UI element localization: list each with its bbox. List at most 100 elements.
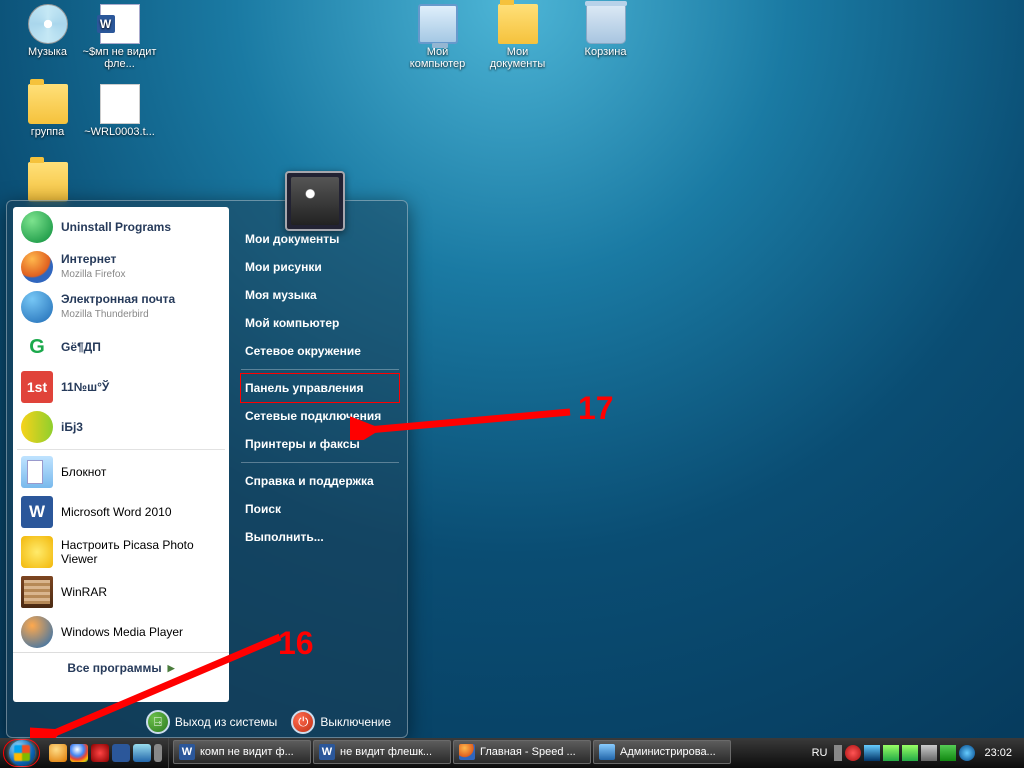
smr-printers[interactable]: Принтеры и факсы <box>241 430 399 458</box>
desktop-icon-music[interactable]: Музыка <box>10 4 85 58</box>
label: Uninstall Programs <box>61 220 171 234</box>
label: WinRAR <box>61 585 107 599</box>
icon-label: ~$мп не видит фле... <box>83 46 157 70</box>
sm-g[interactable]: G Gё¶ДП <box>13 327 229 367</box>
winrar-icon <box>21 576 53 608</box>
label: 11№ш°Ў <box>61 380 109 394</box>
label: Gё¶ДП <box>61 340 101 354</box>
desktop-icon-smp[interactable]: ~$мп не видит фле... <box>82 4 157 70</box>
tray-icon[interactable] <box>883 745 899 761</box>
separator <box>241 462 399 463</box>
smr-mymusic[interactable]: Моя музыка <box>241 281 399 309</box>
smr-help[interactable]: Справка и поддержка <box>241 467 399 495</box>
sm-picasa[interactable]: Настроить Picasa Photo Viewer <box>13 532 229 572</box>
label: Интернет <box>61 252 116 266</box>
label: Все программы <box>67 661 161 675</box>
label: Электронная почта <box>61 292 175 306</box>
taskbar-tasks: Wкомп не видит ф... Wне видит флешк... Г… <box>169 738 802 768</box>
smr-netconn[interactable]: Сетевые подключения <box>241 402 399 430</box>
sublabel: Mozilla Thunderbird <box>61 309 149 320</box>
sublabel: Mozilla Firefox <box>61 269 125 280</box>
sm-uninstall[interactable]: Uninstall Programs <box>13 207 229 247</box>
smr-netplaces[interactable]: Сетевое окружение <box>241 337 399 365</box>
icon-label: Музыка <box>28 46 67 58</box>
taskbar: Wкомп не видит ф... Wне видит флешк... Г… <box>0 738 1024 768</box>
start-menu-bottom: ⍈Выход из системы ⏻ Выключение <box>13 702 401 736</box>
icon-label: Мои документы <box>490 46 546 70</box>
word-icon: W <box>319 744 335 760</box>
icon-label: ~WRL0003.t... <box>84 126 155 138</box>
ql-firefox-icon[interactable] <box>49 744 67 762</box>
windows-orb-icon <box>9 740 35 766</box>
sm-internet[interactable]: Интернет Mozilla Firefox <box>13 247 229 287</box>
smr-mypics[interactable]: Мои рисунки <box>241 253 399 281</box>
sm-mail[interactable]: Электронная почта Mozilla Thunderbird <box>13 287 229 327</box>
shutdown-button[interactable]: ⏻ Выключение <box>287 708 395 736</box>
ql-chevron-icon[interactable] <box>154 744 162 762</box>
desktop-icon-mydocs[interactable]: Мои документы <box>480 4 555 70</box>
smr-control-panel[interactable]: Панель управления <box>240 373 400 403</box>
ql-opera-icon[interactable] <box>91 744 109 762</box>
start-menu: Uninstall Programs Интернет Mozilla Firef… <box>6 200 408 738</box>
start-menu-left-pane: Uninstall Programs Интернет Mozilla Firef… <box>13 207 229 702</box>
ql-chrome-icon[interactable] <box>70 744 88 762</box>
admin-icon <box>599 744 615 760</box>
start-button[interactable] <box>3 739 40 767</box>
smr-run[interactable]: Выполнить... <box>241 523 399 551</box>
label: Microsoft Word 2010 <box>61 505 172 519</box>
icon-label: Мой компьютер <box>410 46 465 70</box>
quick-launch <box>43 738 169 768</box>
g-icon: G <box>21 331 53 363</box>
desktop-icon-group[interactable]: группа <box>10 84 85 138</box>
tray-volume-icon[interactable] <box>921 745 937 761</box>
tray-icon[interactable] <box>902 745 918 761</box>
language-indicator[interactable]: RU <box>808 747 832 759</box>
desktop[interactable]: Музыка ~$мп не видит фле... Мой компьюте… <box>0 0 1024 768</box>
logoff-button[interactable]: ⍈Выход из системы <box>142 708 281 736</box>
smr-search[interactable]: Поиск <box>241 495 399 523</box>
folder-icon <box>28 84 68 124</box>
sm-ibj[interactable]: іБј3 <box>13 407 229 447</box>
desktop-icon-wrl[interactable]: ~WRL0003.t... <box>82 84 157 138</box>
label: Выключение <box>320 715 391 729</box>
desktop-icon-folder3[interactable] <box>10 162 85 204</box>
clock[interactable]: 23:02 <box>978 747 1018 759</box>
word-icon: W <box>21 496 53 528</box>
folder-icon <box>28 162 68 202</box>
tray-icon[interactable] <box>940 745 956 761</box>
all-programs[interactable]: Все программы <box>13 652 229 683</box>
task-firefox[interactable]: Главная - Speed ... <box>453 740 591 764</box>
sm-notepad[interactable]: Блокнот <box>13 452 229 492</box>
recycle-bin-icon <box>586 4 626 44</box>
desktop-icon-recyclebin[interactable]: Корзина <box>568 4 643 58</box>
icon-label: группа <box>31 126 65 138</box>
cd-icon <box>28 4 68 44</box>
ql-save-icon[interactable] <box>112 744 130 762</box>
tray-chevron-icon[interactable] <box>834 745 842 761</box>
power-icon: ⏻ <box>291 710 315 734</box>
sm-wmp[interactable]: Windows Media Player <box>13 612 229 652</box>
user-avatar[interactable] <box>285 171 345 231</box>
sm-winrar[interactable]: WinRAR <box>13 572 229 612</box>
annotation-16: 16 <box>278 625 314 662</box>
desktop-icon-mycomputer[interactable]: Мой компьютер <box>400 4 475 70</box>
task-word2[interactable]: Wне видит флешк... <box>313 740 451 764</box>
task-label: комп не видит ф... <box>200 746 294 758</box>
sm-word[interactable]: W Microsoft Word 2010 <box>13 492 229 532</box>
start-menu-right-pane: Мои документы Мои рисунки Моя музыка Мой… <box>229 207 399 692</box>
smr-mycomp[interactable]: Мой компьютер <box>241 309 399 337</box>
tray-info-icon[interactable] <box>959 745 975 761</box>
task-label: Администрирова... <box>620 746 716 758</box>
sm-1st[interactable]: 1st11№ш°Ў <box>13 367 229 407</box>
tray-icon[interactable] <box>864 745 880 761</box>
task-label: Главная - Speed ... <box>480 746 576 758</box>
label: Блокнот <box>61 465 106 479</box>
logoff-icon: ⍈ <box>146 710 170 734</box>
task-admin[interactable]: Администрирова... <box>593 740 731 764</box>
ql-desktop-icon[interactable] <box>133 744 151 762</box>
icon-label: Корзина <box>585 46 627 58</box>
folder-icon <box>498 4 538 44</box>
tray-icon[interactable] <box>845 745 861 761</box>
task-word1[interactable]: Wкомп не видит ф... <box>173 740 311 764</box>
firefox-icon <box>21 251 53 283</box>
